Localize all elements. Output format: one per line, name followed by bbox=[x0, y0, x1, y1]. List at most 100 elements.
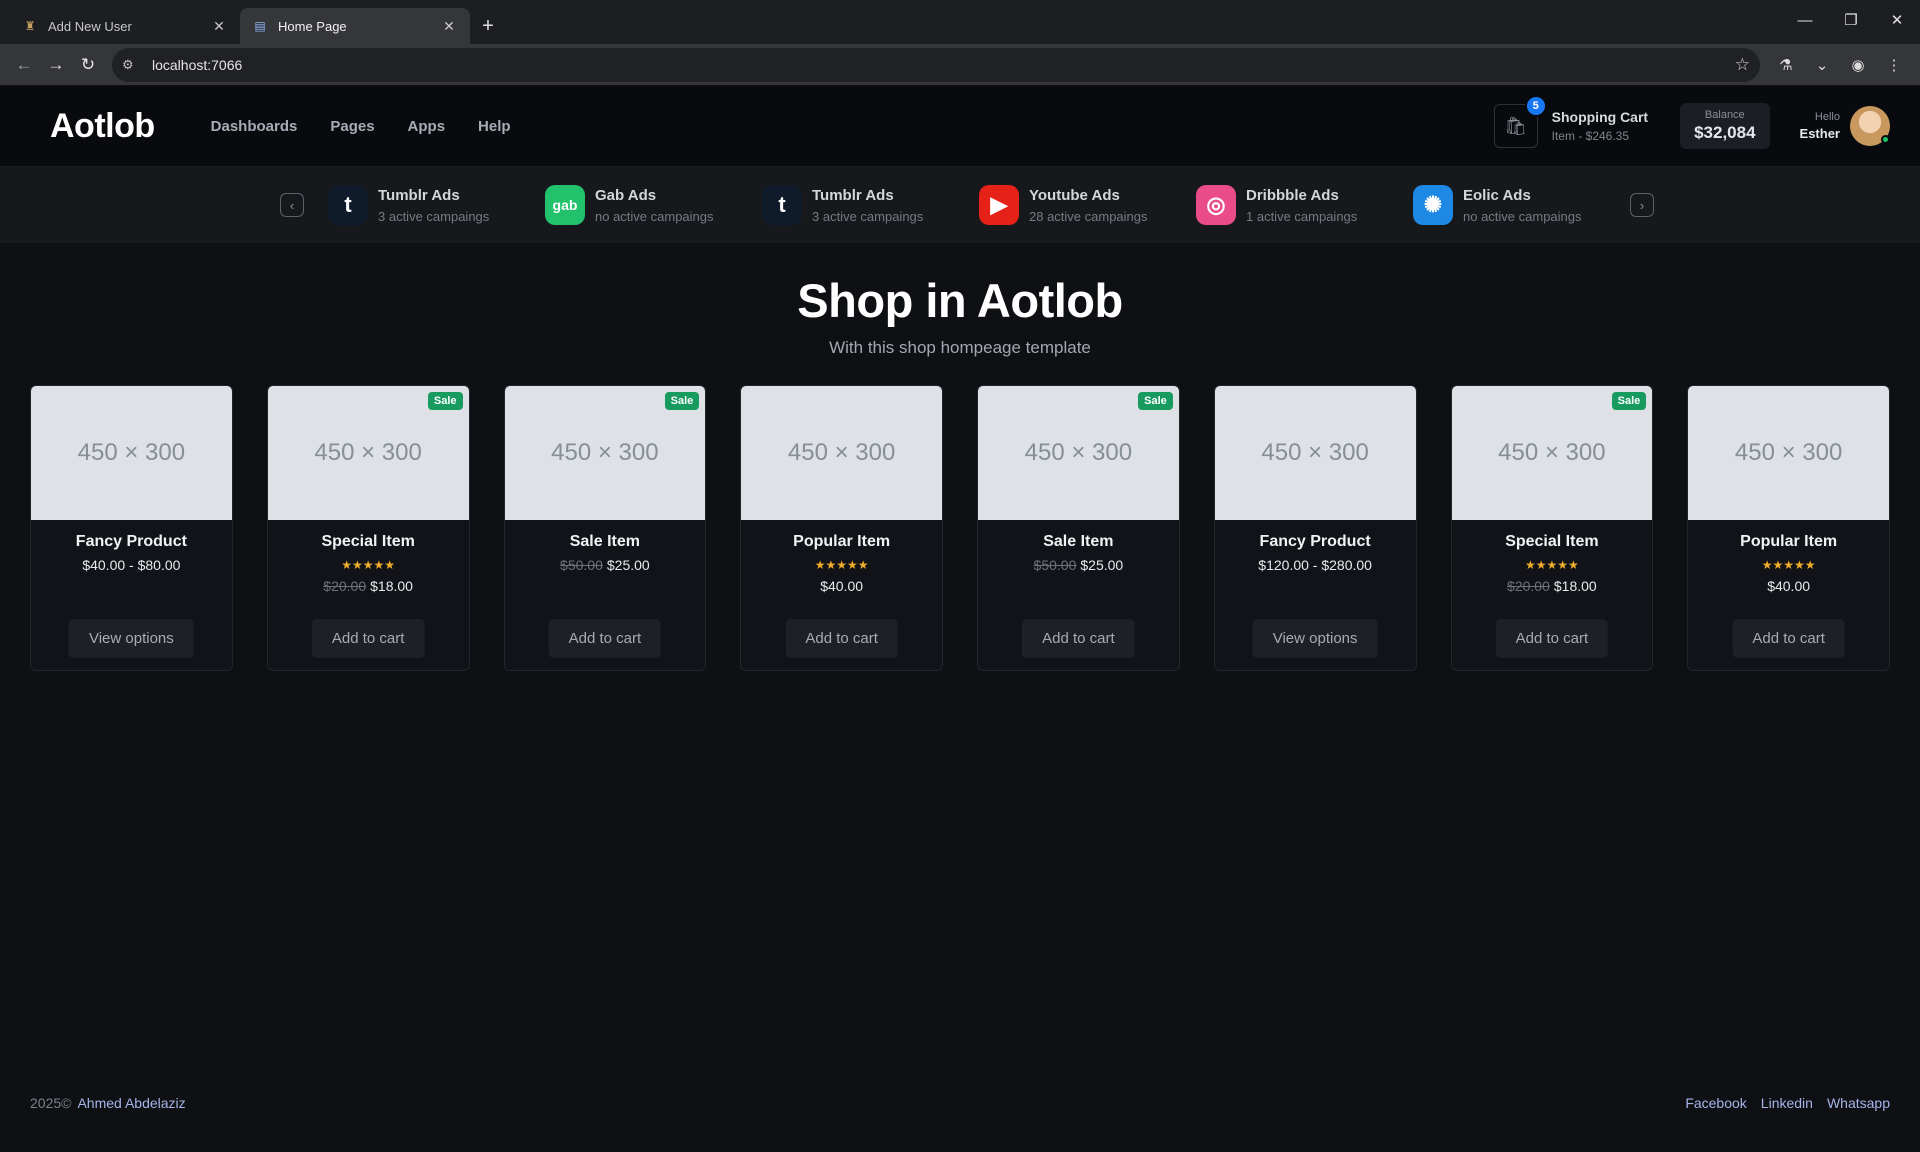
product-action-button[interactable]: Add to cart bbox=[1732, 619, 1845, 658]
rating-stars-icon: ★★★★★ bbox=[1524, 558, 1579, 572]
product-name[interactable]: Special Item bbox=[1452, 533, 1653, 551]
ad-item[interactable]: ✺ Eolic Ads no active campaings bbox=[1413, 185, 1606, 225]
product-card: 450 × 300 Sale Special Item ★★★★★ $20.00 $18.… bbox=[1450, 385, 1654, 671]
sale-badge: Sale bbox=[1138, 392, 1173, 410]
product-price: $40.00 bbox=[741, 578, 942, 594]
browser-tab-0[interactable]: ♜ Add New User ✕ bbox=[10, 8, 240, 44]
tab-title: Add New User bbox=[48, 18, 132, 34]
chevron-right-icon: › bbox=[1639, 197, 1645, 213]
product-price: $120.00 - $280.00 bbox=[1215, 557, 1416, 573]
carousel-prev-button[interactable]: ‹ bbox=[280, 193, 304, 217]
cart-count-badge: 5 bbox=[1524, 95, 1547, 117]
product-name[interactable]: Sale Item bbox=[978, 533, 1179, 551]
tumblr-icon: t bbox=[328, 185, 368, 225]
product-action-button[interactable]: View options bbox=[1252, 619, 1378, 658]
product-card: 450 × 300 Fancy Product $40.00 - $80.00 Vie… bbox=[30, 385, 233, 671]
labs-icon[interactable]: ⚗ bbox=[1768, 56, 1804, 74]
whatsapp-link[interactable]: Whatsapp bbox=[1827, 1095, 1890, 1111]
old-price: $50.00 bbox=[1033, 557, 1077, 573]
site-info-icon[interactable]: ⚙ bbox=[122, 57, 142, 73]
url-bar[interactable]: ⚙ localhost:7066 ☆ bbox=[112, 47, 1760, 82]
product-image-placeholder[interactable]: 450 × 300 bbox=[1214, 386, 1416, 520]
cart-info[interactable]: Shopping Cart Item - $246.35 bbox=[1552, 109, 1648, 143]
product-action-button[interactable]: Add to cart bbox=[548, 619, 662, 658]
product-name[interactable]: Fancy Product bbox=[31, 533, 232, 551]
ads-carousel: ‹ t Tumblr Ads 3 active campaings gab Gab Ad… bbox=[0, 167, 1920, 243]
product-grid: 450 × 300 Fancy Product $40.00 - $80.00 Vie… bbox=[0, 385, 1920, 671]
minimize-icon[interactable]: — bbox=[1782, 0, 1828, 40]
ad-campaigns: 3 active campaings bbox=[378, 208, 490, 224]
current-price: $18.00 bbox=[370, 578, 413, 594]
forward-icon[interactable]: → bbox=[40, 49, 72, 81]
sale-badge: Sale bbox=[664, 392, 700, 410]
carousel-next-button[interactable]: › bbox=[1630, 193, 1654, 217]
product-action-button[interactable]: Add to cart bbox=[1495, 619, 1609, 658]
hero-section: Shop in Aotlob With this shop hompeage t… bbox=[0, 243, 1920, 385]
bookmark-star-icon[interactable]: ☆ bbox=[1735, 55, 1750, 75]
new-tab-button[interactable]: + bbox=[470, 8, 506, 44]
restore-icon[interactable]: ❐ bbox=[1828, 0, 1874, 40]
product-card: 450 × 300 Popular Item ★★★★★ $40.00 Add to c… bbox=[740, 385, 943, 671]
browser-tab-1[interactable]: ▤ Home Page ✕ bbox=[240, 8, 470, 44]
product-image-placeholder[interactable]: 450 × 300 bbox=[741, 386, 942, 520]
close-tab-icon[interactable]: ✕ bbox=[210, 18, 228, 35]
ad-campaigns: no active campaings bbox=[595, 208, 714, 224]
chevron-left-icon: ‹ bbox=[289, 197, 295, 213]
nav-item-apps[interactable]: Apps bbox=[408, 118, 446, 135]
sale-badge: Sale bbox=[427, 392, 463, 410]
tumblr-icon: t bbox=[762, 185, 802, 225]
footer: 2025© Ahmed Abdelaziz Facebook Linkedin … bbox=[0, 1095, 1920, 1111]
nav-item-pages[interactable]: Pages bbox=[330, 118, 374, 135]
ad-campaigns: 28 active campaings bbox=[1029, 208, 1148, 224]
current-price: $40.00 bbox=[820, 578, 864, 594]
logo[interactable]: Aotlob bbox=[50, 107, 155, 146]
avatar[interactable] bbox=[1850, 106, 1890, 146]
shopping-cart-button[interactable]: 🛍 5 bbox=[1493, 95, 1547, 148]
ad-item[interactable]: t Tumblr Ads 3 active campaings bbox=[762, 185, 955, 225]
chevron-down-icon[interactable]: ⌄ bbox=[1804, 56, 1840, 74]
product-action-button[interactable]: Add to cart bbox=[1022, 619, 1135, 658]
product-image-placeholder[interactable]: 450 × 300 bbox=[31, 386, 232, 520]
ad-name: Youtube Ads bbox=[1029, 186, 1120, 204]
back-icon[interactable]: ← bbox=[8, 49, 40, 81]
copyright-year: 2025© bbox=[30, 1095, 72, 1111]
product-card: 450 × 300 Sale Sale Item $50.00 $25.00 Add to… bbox=[977, 385, 1180, 671]
product-price: $20.00 $18.00 bbox=[1452, 578, 1653, 594]
nav-item-help[interactable]: Help bbox=[478, 118, 511, 135]
old-price: $50.00 bbox=[560, 557, 603, 573]
footer-links: Facebook Linkedin Whatsapp bbox=[1685, 1095, 1890, 1111]
ad-item[interactable]: ▶ Youtube Ads 28 active campaings bbox=[979, 185, 1172, 225]
product-name[interactable]: Popular Item bbox=[1688, 533, 1889, 551]
product-name[interactable]: Fancy Product bbox=[1215, 533, 1416, 551]
reload-icon[interactable]: ↻ bbox=[72, 49, 104, 81]
ad-item[interactable]: gab Gab Ads no active campaings bbox=[545, 185, 738, 225]
product-action-button[interactable]: View options bbox=[68, 619, 194, 658]
profile-icon[interactable]: ◉ bbox=[1840, 56, 1876, 74]
product-name[interactable]: Sale Item bbox=[505, 533, 706, 551]
product-card: 450 × 300 Sale Sale Item $50.00 $25.00 Add to… bbox=[503, 385, 707, 671]
facebook-link[interactable]: Facebook bbox=[1685, 1095, 1746, 1111]
rating-stars-icon: ★★★★★ bbox=[1761, 558, 1816, 572]
ad-item[interactable]: ◎ Dribbble Ads 1 active campaings bbox=[1196, 185, 1389, 225]
menu-icon[interactable]: ⋮ bbox=[1876, 56, 1912, 74]
ad-item[interactable]: t Tumblr Ads 3 active campaings bbox=[328, 185, 521, 225]
product-name[interactable]: Special Item bbox=[268, 533, 469, 551]
url-text: localhost:7066 bbox=[152, 56, 243, 73]
author-link[interactable]: Ahmed Abdelaziz bbox=[77, 1095, 185, 1111]
eolic-icon: ✺ bbox=[1413, 185, 1453, 225]
product-name[interactable]: Popular Item bbox=[741, 533, 942, 551]
page-icon: ▤ bbox=[254, 19, 266, 33]
close-window-icon[interactable]: ✕ bbox=[1874, 0, 1920, 40]
cart-title: Shopping Cart bbox=[1551, 109, 1649, 125]
rating-stars-icon: ★★★★★ bbox=[814, 558, 869, 572]
ad-campaigns: 1 active campaings bbox=[1246, 208, 1358, 224]
ad-campaigns: 3 active campaings bbox=[812, 208, 924, 224]
close-tab-icon[interactable]: ✕ bbox=[440, 18, 458, 35]
nav-item-dashboards[interactable]: Dashboards bbox=[211, 118, 298, 135]
product-card: 450 × 300 Sale Special Item ★★★★★ $20.00 $18.… bbox=[266, 385, 470, 671]
product-action-button[interactable]: Add to cart bbox=[785, 619, 898, 658]
product-action-button[interactable]: Add to cart bbox=[311, 619, 425, 658]
ad-name: Gab Ads bbox=[595, 186, 657, 204]
linkedin-link[interactable]: Linkedin bbox=[1761, 1095, 1813, 1111]
product-image-placeholder[interactable]: 450 × 300 bbox=[1688, 386, 1889, 520]
